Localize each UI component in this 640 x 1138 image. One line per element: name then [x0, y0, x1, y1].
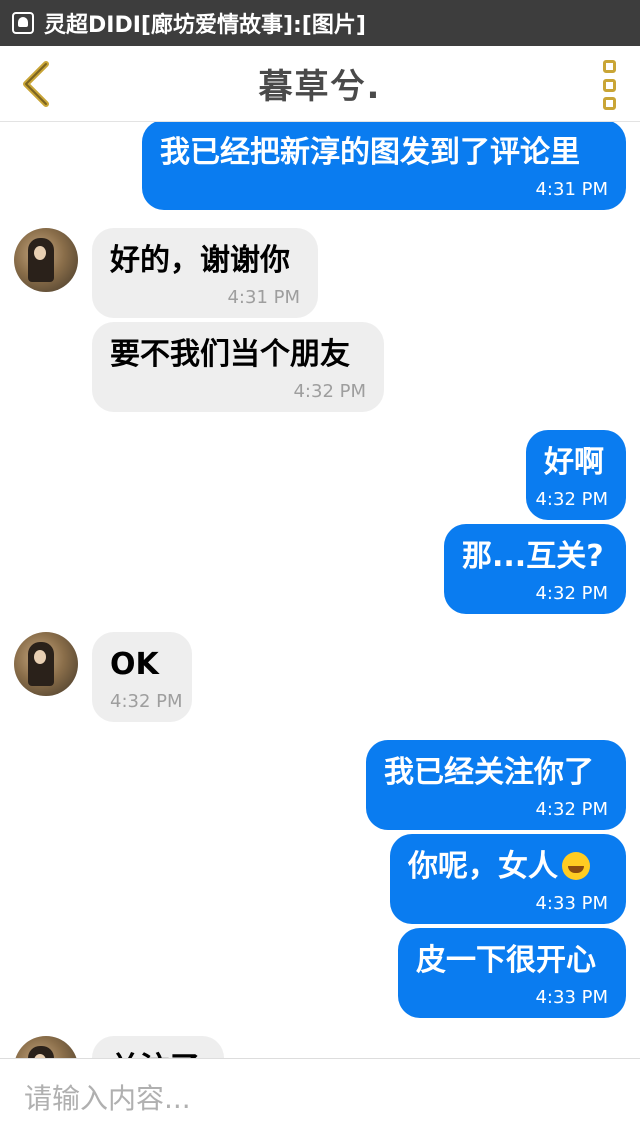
message-bubble-incoming[interactable]: OK 4:32 PM — [92, 632, 192, 722]
message-input-bar — [0, 1058, 640, 1138]
notification-text: 灵超DIDI[廊坊爱情故事]:[图片] — [44, 13, 366, 38]
message-time: 4:31 PM — [535, 179, 608, 200]
back-button[interactable] — [14, 58, 58, 110]
more-options-button[interactable] — [596, 60, 622, 110]
message-time: 4:32 PM — [535, 583, 608, 604]
message-text: 要不我们当个朋友 — [110, 337, 350, 372]
message-bubble-outgoing[interactable]: 我已经把新淳的图发到了评论里 4:31 PM — [142, 122, 626, 210]
message-text: 好的，谢谢你 — [110, 243, 290, 278]
status-bar: 灵超DIDI[廊坊爱情故事]:[图片] — [0, 0, 640, 46]
message-text: 好啊 — [544, 445, 604, 480]
message-text: 皮一下很开心 — [416, 943, 596, 978]
message-bubble-outgoing[interactable]: 皮一下很开心 4:33 PM — [398, 928, 626, 1018]
message-time: 4:31 PM — [227, 287, 300, 308]
contact-avatar[interactable] — [14, 632, 78, 696]
message-bubble-outgoing[interactable]: 那...互关? 4:32 PM — [444, 524, 626, 614]
more-dot-icon — [602, 60, 616, 73]
chat-title: 暮草兮. — [258, 67, 382, 107]
message-text: OK — [110, 647, 159, 682]
message-text: 那...互关? — [462, 539, 604, 574]
message-time: 4:33 PM — [535, 893, 608, 914]
message-text: 我已经关注你了 — [384, 755, 594, 790]
message-bubble-outgoing[interactable]: 你呢，女人 4:33 PM — [390, 834, 626, 924]
message-time: 4:33 PM — [535, 987, 608, 1008]
message-time: 4:32 PM — [535, 799, 608, 820]
message-time: 4:32 PM — [535, 489, 608, 510]
laughing-tears-emoji-icon — [562, 852, 590, 880]
message-time: 4:32 PM — [110, 691, 183, 712]
contact-avatar[interactable] — [14, 228, 78, 292]
chat-header: 暮草兮. — [0, 46, 640, 122]
notification-icon — [12, 12, 34, 34]
message-text: 你呢，女人 — [408, 848, 608, 886]
message-list[interactable]: 我已经把新淳的图发到了评论里 4:31 PM 好的，谢谢你 4:31 PM 要不… — [0, 122, 640, 1058]
message-input[interactable] — [24, 1082, 614, 1115]
more-dot-icon — [602, 97, 616, 110]
message-text: 关注了 — [110, 1050, 206, 1058]
message-bubble-outgoing[interactable]: 好啊 4:32 PM — [526, 430, 626, 520]
message-bubble-incoming[interactable]: 好的，谢谢你 4:31 PM — [92, 228, 318, 318]
contact-avatar[interactable] — [14, 1036, 78, 1058]
message-bubble-incoming[interactable]: 要不我们当个朋友 4:32 PM — [92, 322, 384, 412]
more-dot-icon — [602, 78, 616, 92]
message-text: 我已经把新淳的图发到了评论里 — [160, 135, 580, 170]
chevron-left-icon — [23, 61, 49, 107]
message-bubble-incoming[interactable]: 关注了 — [92, 1036, 224, 1058]
message-bubble-outgoing[interactable]: 我已经关注你了 4:32 PM — [366, 740, 626, 830]
message-time: 4:32 PM — [293, 381, 366, 402]
